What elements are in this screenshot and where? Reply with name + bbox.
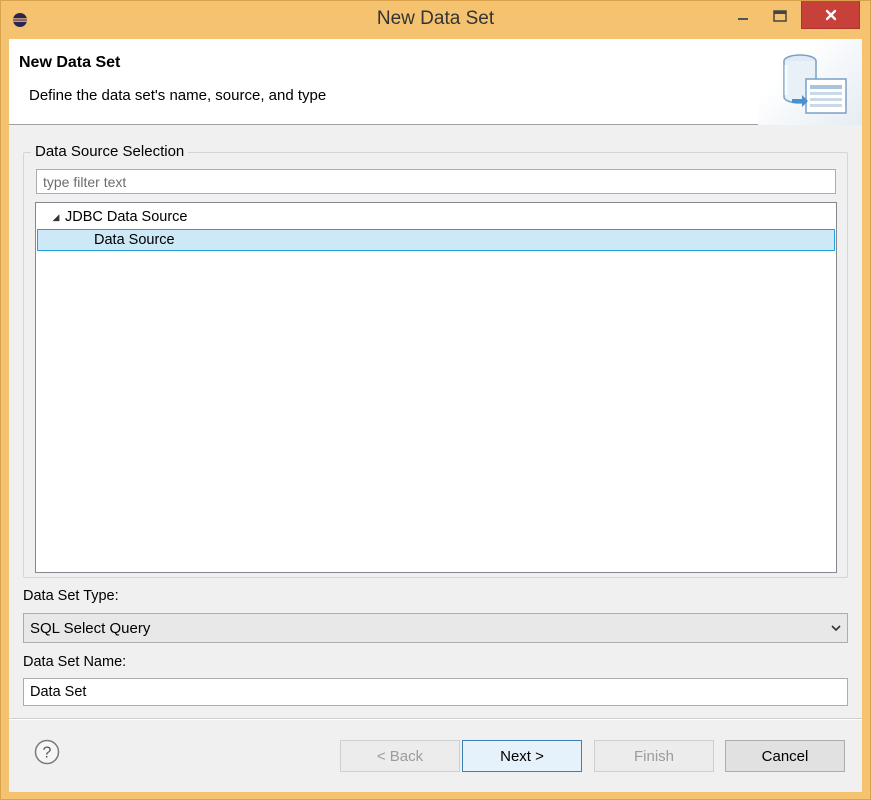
footer-separator	[9, 718, 862, 720]
tree-item-label: Data Source	[94, 232, 175, 248]
title-bar[interactable]: New Data Set	[1, 1, 870, 39]
data-set-type-label: Data Set Type:	[23, 588, 119, 604]
database-dataset-icon	[783, 54, 847, 114]
tree-item-data-source[interactable]: Data Source	[37, 229, 835, 251]
next-button[interactable]: Next >	[462, 740, 582, 772]
filter-input[interactable]	[36, 169, 836, 194]
data-source-tree[interactable]: ◢ JDBC Data Source Data Source	[35, 202, 837, 573]
page-title: New Data Set	[19, 54, 121, 71]
minimize-button[interactable]	[727, 1, 759, 31]
close-icon	[825, 9, 836, 20]
minimize-icon	[738, 18, 748, 20]
svg-text:?: ?	[43, 745, 52, 762]
expanded-triangle-icon[interactable]: ◢	[47, 212, 65, 223]
tree-item-jdbc-data-source[interactable]: ◢ JDBC Data Source	[37, 206, 835, 228]
data-set-name-label: Data Set Name:	[23, 654, 127, 670]
page-description: Define the data set's name, source, and …	[29, 87, 327, 104]
cancel-button[interactable]: Cancel	[725, 740, 845, 772]
data-set-name-input[interactable]	[23, 678, 848, 706]
tree-item-label: JDBC Data Source	[65, 209, 188, 225]
maximize-icon	[773, 10, 787, 22]
back-button[interactable]: < Back	[340, 740, 460, 772]
data-set-type-value: SQL Select Query	[30, 619, 151, 637]
dialog-window: New Data Set New Data Set Define the dat…	[0, 0, 871, 800]
close-button[interactable]	[801, 1, 860, 29]
maximize-button[interactable]	[764, 1, 796, 31]
finish-button[interactable]: Finish	[594, 740, 714, 772]
data-set-type-select[interactable]: SQL Select Query	[23, 613, 848, 643]
help-icon[interactable]: ?	[34, 739, 60, 765]
wizard-banner: New Data Set Define the data set's name,…	[9, 39, 862, 125]
chevron-down-icon	[831, 625, 841, 632]
dialog-content: New Data Set Define the data set's name,…	[9, 39, 862, 792]
banner-image	[758, 39, 862, 125]
data-source-selection-label: Data Source Selection	[31, 143, 189, 160]
